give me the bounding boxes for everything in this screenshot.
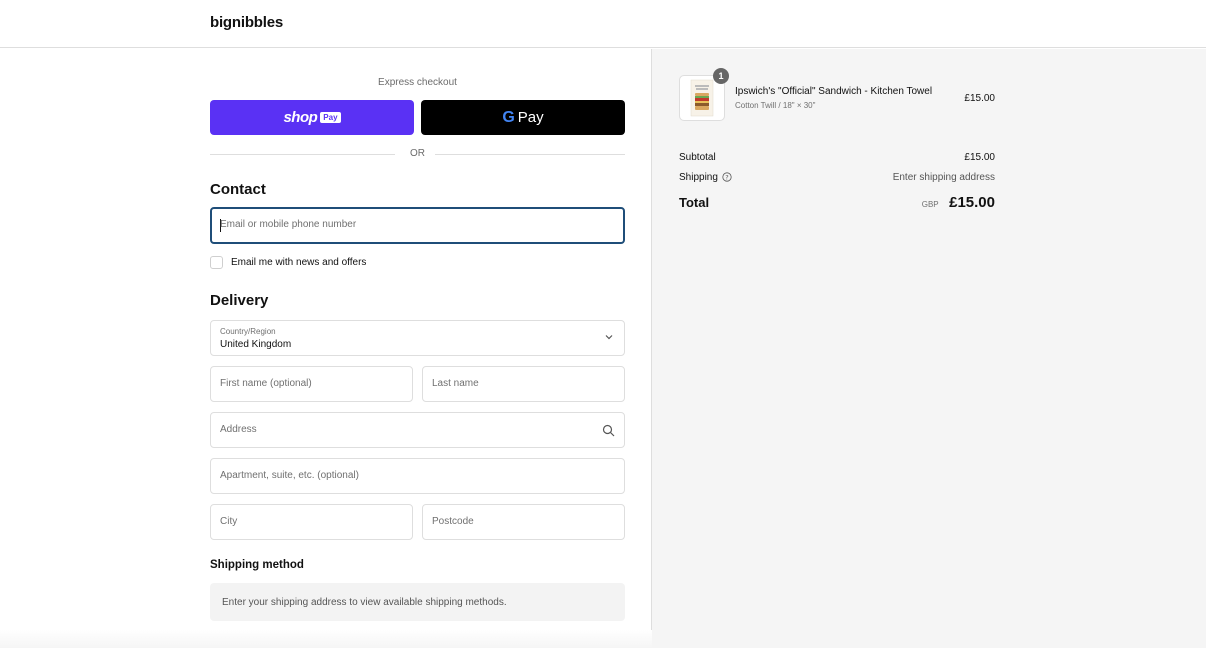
express-checkout-label: Express checkout (378, 77, 457, 88)
total-label: Total (679, 195, 710, 210)
country-select[interactable]: Country/Region United Kingdom (210, 320, 625, 356)
contact-title: Contact (210, 181, 266, 198)
bottom-fade (0, 630, 652, 648)
apartment-placeholder: Apartment, suite, etc. (optional) (220, 470, 359, 481)
postcode-placeholder: Postcode (432, 516, 474, 527)
product-name: Ipswich's "Official" Sandwich - Kitchen … (735, 86, 933, 97)
city-placeholder: City (220, 516, 238, 527)
address-input[interactable]: Address (210, 412, 625, 448)
product-variant: Cotton Twill / 18" × 30" (735, 101, 816, 110)
google-pay-wordmark: Pay (517, 109, 544, 126)
shop-pay-button[interactable]: shop Pay (210, 100, 414, 135)
address-placeholder: Address (220, 424, 257, 435)
first-name-placeholder: First name (optional) (220, 378, 312, 389)
shipping-label: Shipping (679, 172, 718, 183)
last-name-input[interactable]: Last name (422, 366, 625, 402)
shipping-method-box: Enter your shipping address to view avai… (210, 583, 625, 621)
last-name-placeholder: Last name (432, 378, 479, 389)
first-name-input[interactable]: First name (optional) (210, 366, 413, 402)
order-summary-panel (652, 49, 1206, 648)
search-icon (602, 424, 615, 437)
shop-pay-tag: Pay (320, 112, 341, 123)
total-value-row: GBP £15.00 (840, 194, 995, 212)
or-divider: OR (210, 148, 625, 160)
shop-pay-wordmark: shop (283, 109, 318, 126)
email-input[interactable]: Email or mobile phone number (210, 207, 625, 244)
total-amount: £15.00 (949, 194, 995, 211)
subtotal-label: Subtotal (679, 152, 716, 163)
currency-code: GBP (921, 200, 939, 209)
country-value: United Kingdom (220, 339, 292, 350)
newsletter-row[interactable]: Email me with news and offers (210, 255, 366, 269)
email-placeholder: Email or mobile phone number (220, 219, 357, 230)
delivery-title: Delivery (210, 292, 269, 309)
shipping-value: Enter shipping address (892, 172, 995, 183)
subtotal-value: £15.00 (964, 152, 995, 163)
help-circle-icon[interactable]: ? (722, 172, 732, 182)
svg-text:?: ? (725, 174, 728, 182)
city-input[interactable]: City (210, 504, 413, 540)
divider-line-right (435, 154, 625, 155)
product-price: £15.00 (964, 93, 995, 104)
quantity-badge: 1 (713, 68, 729, 84)
country-label: Country/Region (220, 327, 276, 336)
newsletter-checkbox[interactable] (210, 255, 223, 269)
shipping-label-row: Shipping ? (679, 172, 732, 183)
google-g-icon: G (502, 108, 515, 126)
postcode-input[interactable]: Postcode (422, 504, 625, 540)
shipping-method-message: Enter your shipping address to view avai… (222, 597, 507, 608)
apartment-input[interactable]: Apartment, suite, etc. (optional) (210, 458, 625, 494)
newsletter-label: Email me with news and offers (231, 256, 367, 268)
brand-logo[interactable]: bignibbles (210, 14, 283, 31)
google-pay-button[interactable]: G Pay (421, 100, 625, 135)
header: bignibbles (0, 0, 1206, 48)
shipping-method-title: Shipping method (210, 559, 304, 571)
chevron-down-icon (605, 335, 613, 340)
